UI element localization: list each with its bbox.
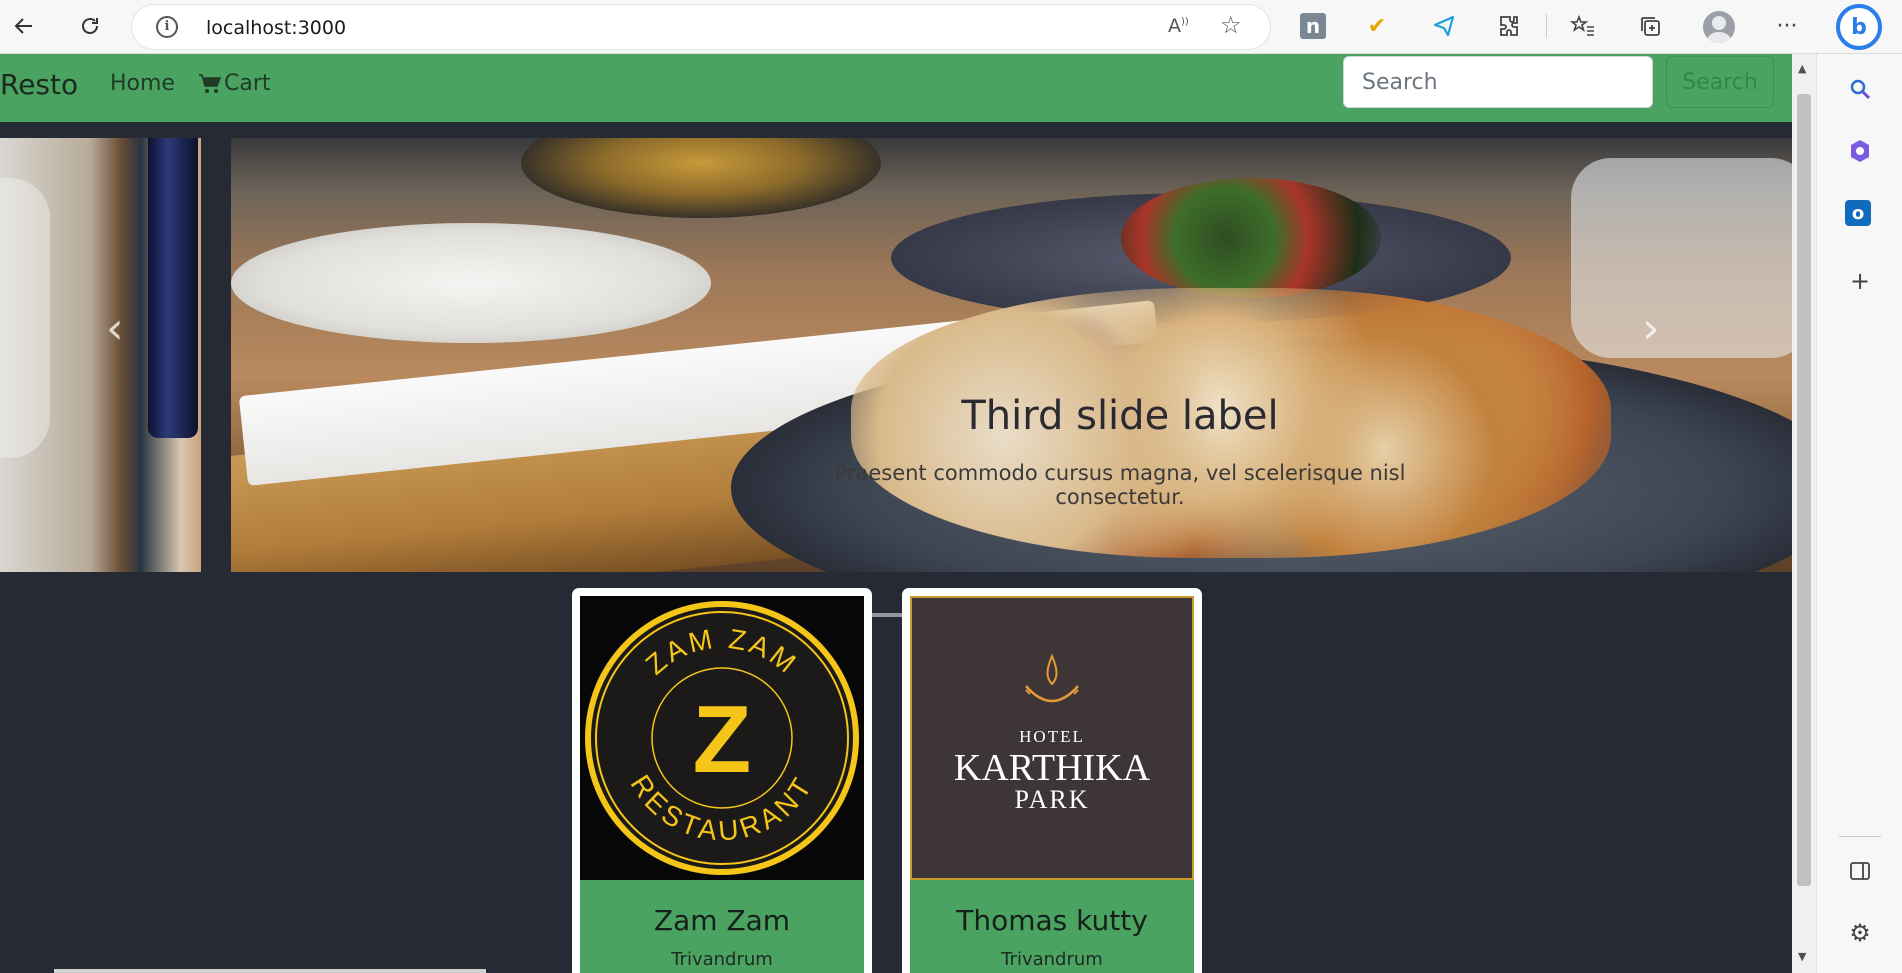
horizontal-scrollbar[interactable]: [54, 969, 486, 973]
carousel: ‹ › Third slide label Praesent commodo c…: [0, 138, 1792, 617]
refresh-icon[interactable]: [74, 10, 106, 42]
card-title: Thomas kutty: [956, 904, 1148, 937]
carousel-prev-icon[interactable]: ‹: [106, 303, 124, 354]
svg-text:Z: Z: [693, 686, 752, 793]
page-scrollbar[interactable]: ▲ ▼: [1792, 54, 1816, 973]
karthika-logo: HOTEL KARTHIKA PARK: [910, 596, 1194, 880]
restaurant-card[interactable]: HOTEL KARTHIKA PARK Thomas kutty Trivand…: [902, 588, 1202, 973]
add-favorite-icon[interactable]: ☆: [1220, 11, 1242, 39]
navbar: Resto Home Cart Search: [0, 54, 1792, 122]
scroll-up-icon[interactable]: ▲: [1798, 62, 1806, 75]
cart-icon: [199, 73, 222, 93]
restaurant-card[interactable]: ZAM ZAM RESTAURANT Z Zam Zam Trivandrum: [572, 588, 872, 973]
browser-toolbar: i localhost:3000 A)) ☆ n ✔ ··· b: [0, 0, 1902, 54]
card-body: Zam Zam Trivandrum: [580, 880, 864, 973]
edge-sidebar: o + ⚙: [1816, 54, 1902, 973]
collections-icon[interactable]: [1635, 11, 1665, 41]
carousel-next-icon[interactable]: ›: [1642, 303, 1660, 354]
sidebar-settings-icon[interactable]: ⚙: [1845, 918, 1875, 948]
card-location: Trivandrum: [1001, 949, 1103, 970]
sidebar-add-icon[interactable]: +: [1845, 266, 1875, 296]
search-input[interactable]: [1343, 56, 1653, 108]
extensions-puzzle-icon[interactable]: [1495, 11, 1525, 41]
scrollbar-thumb[interactable]: [1797, 94, 1811, 886]
more-options-icon[interactable]: ···: [1772, 11, 1802, 41]
nav-cart-label: Cart: [224, 71, 271, 96]
carousel-caption: Third slide label Praesent commodo cursu…: [770, 393, 1470, 509]
brand-logo[interactable]: Resto: [0, 68, 78, 101]
caption-text: Praesent commodo cursus magna, vel scele…: [834, 461, 1406, 509]
extension-n-icon[interactable]: n: [1300, 13, 1326, 39]
card-location: Trivandrum: [671, 949, 773, 970]
extension-send-icon[interactable]: [1429, 11, 1459, 41]
nav-cart-link[interactable]: Cart: [198, 71, 271, 96]
back-icon[interactable]: [8, 10, 40, 42]
sidebar-divider: [1839, 836, 1881, 837]
read-aloud-icon[interactable]: A)): [1168, 15, 1189, 37]
nav-home-link[interactable]: Home: [110, 71, 175, 96]
svg-text:KARTHIKA: KARTHIKA: [954, 747, 1151, 789]
zamzam-logo: ZAM ZAM RESTAURANT Z: [580, 596, 864, 880]
url-text[interactable]: localhost:3000: [206, 17, 346, 39]
scroll-down-icon[interactable]: ▼: [1798, 950, 1806, 963]
previous-slide-image: [0, 138, 201, 572]
sidebar-search-icon[interactable]: [1845, 74, 1875, 104]
sidebar-copilot-icon[interactable]: [1845, 136, 1875, 166]
profile-avatar[interactable]: [1703, 11, 1735, 43]
extension-check-icon[interactable]: ✔: [1362, 11, 1392, 41]
bing-copilot-icon[interactable]: b: [1836, 4, 1882, 50]
svg-text:PARK: PARK: [1015, 785, 1090, 814]
toolbar-divider: [1546, 14, 1547, 38]
svg-text:HOTEL: HOTEL: [1019, 727, 1085, 746]
address-bar[interactable]: i localhost:3000 A)) ☆: [132, 5, 1270, 49]
card-title: Zam Zam: [653, 904, 791, 937]
web-page: Resto Home Cart Search ‹ › Third slide l…: [0, 54, 1792, 973]
site-info-icon[interactable]: i: [156, 16, 178, 38]
search-button[interactable]: Search: [1666, 56, 1774, 108]
favorites-icon[interactable]: [1568, 11, 1598, 41]
caption-title: Third slide label: [961, 393, 1279, 439]
card-body: Thomas kutty Trivandrum: [910, 880, 1194, 973]
sidebar-outlook-icon[interactable]: o: [1845, 200, 1871, 226]
sidebar-panel-icon[interactable]: [1845, 856, 1875, 886]
